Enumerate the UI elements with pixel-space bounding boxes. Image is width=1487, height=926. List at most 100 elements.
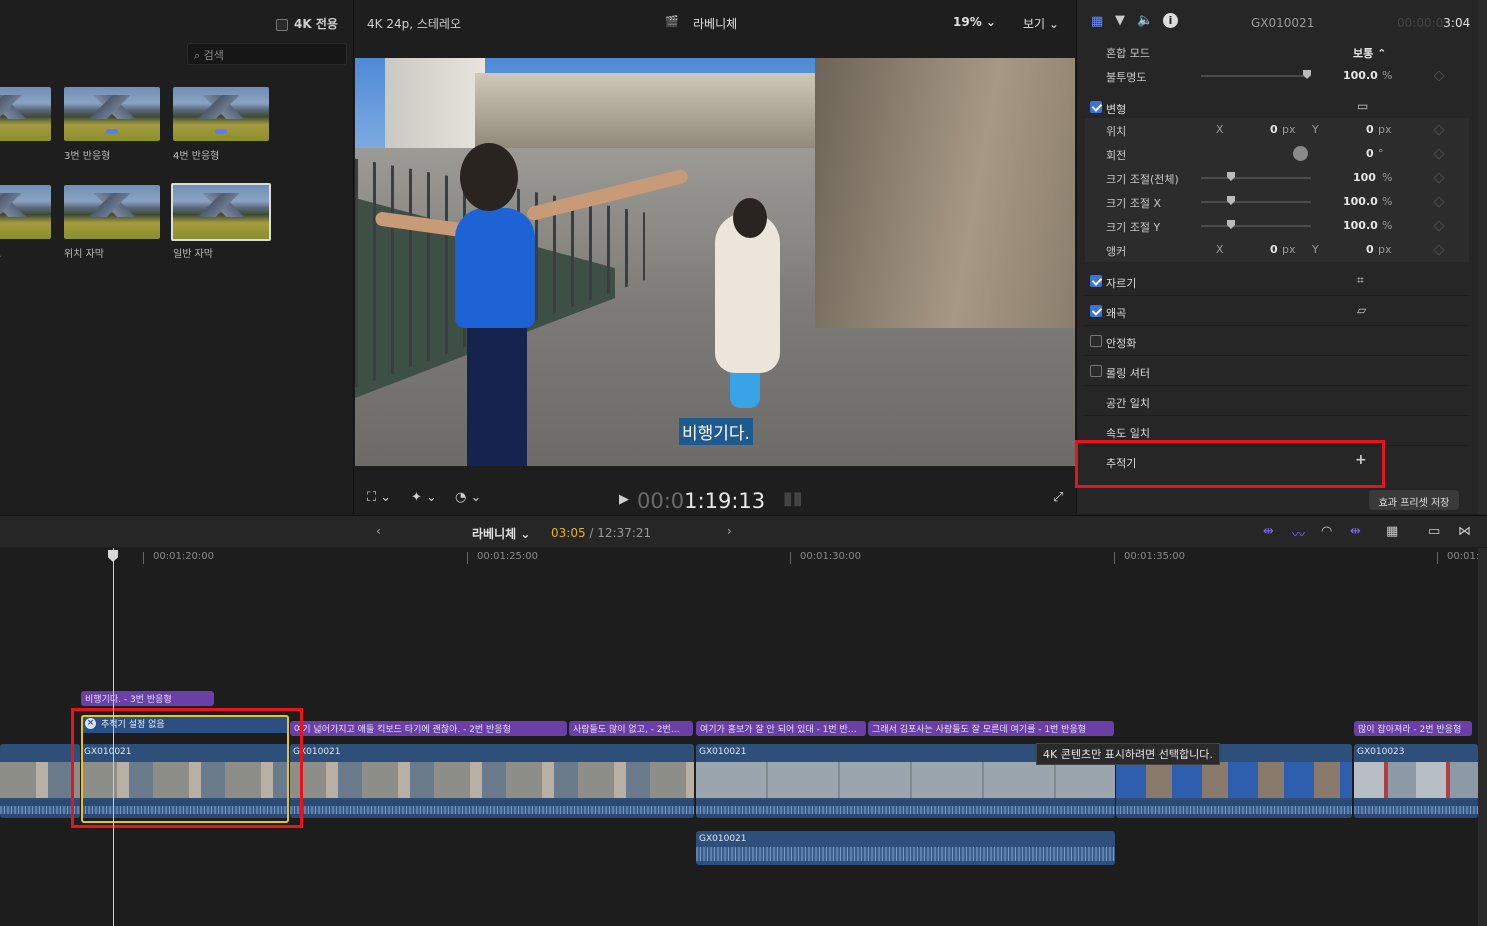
- enhance-wand-icon[interactable]: ✦ ⌄: [411, 490, 437, 505]
- thumbnail-5[interactable]: [64, 185, 160, 239]
- viewer-controls: ⛶ ⌄ ✦ ⌄ ◔ ⌄ ▶ 00:01:19:13 ▮▮ ⤢: [355, 484, 1075, 514]
- distort-checkbox[interactable]: [1090, 305, 1102, 317]
- transitions-icon[interactable]: ⋈: [1458, 524, 1471, 539]
- stabilize-section[interactable]: 안정화: [1085, 326, 1469, 356]
- subtitle-text[interactable]: 비행기다.: [679, 418, 753, 445]
- opacity-value[interactable]: 100.0: [1343, 69, 1378, 82]
- inspector-scrollbar[interactable]: [1478, 0, 1487, 514]
- scale-y-slider-knob[interactable]: [1227, 220, 1235, 229]
- color-inspector-icon[interactable]: ▼: [1115, 13, 1125, 28]
- audio-clip[interactable]: GX010021: [696, 831, 1115, 865]
- position-y-value[interactable]: 0: [1366, 123, 1374, 136]
- thumbnail-1[interactable]: [0, 87, 51, 141]
- opacity-slider[interactable]: [1201, 75, 1311, 77]
- opacity-slider-knob[interactable]: [1303, 70, 1311, 79]
- audio-waveform-icon[interactable]: 〰: [1292, 524, 1305, 543]
- rolling-shutter-checkbox[interactable]: [1090, 365, 1102, 377]
- title-clip[interactable]: 여기가 홍보가 잘 안 되어 있대 - 1번 반…: [696, 721, 866, 736]
- crop-checkbox[interactable]: [1090, 275, 1102, 287]
- position-x-value[interactable]: 0: [1270, 123, 1278, 136]
- timeline-project-menu[interactable]: 라베니체 ⌄: [472, 525, 530, 542]
- pct-unit: %: [1382, 171, 1393, 184]
- retime-speed-icon[interactable]: ◔ ⌄: [455, 490, 481, 505]
- forward-arrow-icon[interactable]: ›: [727, 524, 732, 538]
- video-frame[interactable]: 비행기다.: [355, 58, 1075, 466]
- blend-mode-select[interactable]: 보통 ⌃: [1353, 45, 1386, 61]
- keyframe-icon[interactable]: [1433, 148, 1445, 160]
- keyframe-icon[interactable]: [1433, 196, 1445, 208]
- snapping-icon[interactable]: ⇹: [1350, 524, 1361, 539]
- 4k-only-checkbox[interactable]: [276, 18, 288, 31]
- ruler-label: 00:01:: [1447, 551, 1480, 562]
- transform-tool-icon[interactable]: ⛶ ⌄: [367, 490, 391, 505]
- duration-value: 3:04: [1443, 16, 1471, 30]
- scale-x-value[interactable]: 100.0: [1343, 195, 1378, 208]
- stabilize-checkbox[interactable]: [1090, 335, 1102, 347]
- back-arrow-icon[interactable]: ‹: [376, 524, 381, 538]
- video-clip[interactable]: GX010023: [1354, 744, 1478, 818]
- info-inspector-icon[interactable]: i: [1163, 13, 1178, 28]
- rolling-shutter-section[interactable]: 롤링 셔터: [1085, 356, 1469, 386]
- save-effects-preset-button[interactable]: 효과 프리셋 저장: [1369, 490, 1459, 510]
- pct-unit: %: [1382, 195, 1393, 208]
- crop-section[interactable]: 자르기 ⌗: [1085, 266, 1469, 296]
- anchor-y-value[interactable]: 0: [1366, 243, 1374, 256]
- timeline[interactable]: 00:01:20:00 00:01:25:00 00:01:30:00 00:0…: [0, 548, 1480, 926]
- title-clip[interactable]: 여기 넓어가지고 애들 킥보드 타기에 괜찮아. - 2번 반응형: [290, 721, 567, 736]
- browser-toggle-icon[interactable]: ▭: [1428, 524, 1440, 539]
- transform-checkbox[interactable]: [1090, 101, 1102, 113]
- scale-x-slider-knob[interactable]: [1227, 196, 1235, 205]
- video-clip[interactable]: GX010021: [290, 744, 694, 818]
- zoom-menu[interactable]: 19% ⌄: [953, 15, 996, 29]
- scale-all-slider[interactable]: [1201, 177, 1311, 179]
- title-clip[interactable]: 그래서 김포사는 사람들도 잘 모른데 여기를 - 1번 반응형: [868, 721, 1114, 736]
- thumbnail-label: 4번 반응형: [173, 151, 220, 162]
- spatial-conform-section[interactable]: 공간 일치: [1085, 386, 1469, 416]
- filmstrip-icon[interactable]: ▦: [1386, 524, 1398, 539]
- crop-onscreen-icon[interactable]: ⌗: [1357, 273, 1364, 288]
- video-inspector-icon[interactable]: ▦: [1091, 14, 1103, 29]
- play-icon[interactable]: ▶: [619, 492, 629, 507]
- clip-appearance-icon[interactable]: ⇹: [1263, 524, 1274, 539]
- scale-x-slider[interactable]: [1201, 201, 1311, 203]
- distort-section[interactable]: 왜곡 ▱: [1085, 296, 1469, 326]
- scale-y-slider[interactable]: [1201, 225, 1311, 227]
- thumbnail-4[interactable]: [0, 185, 51, 239]
- tooltip: 4K 콘텐츠만 표시하려면 선택합니다.: [1036, 743, 1220, 765]
- timeline-scrollbar[interactable]: [1478, 548, 1487, 926]
- anchor-x-value[interactable]: 0: [1270, 243, 1278, 256]
- keyframe-icon[interactable]: [1433, 172, 1445, 184]
- title-clip[interactable]: 많이 잡아져라 - 2번 반응형: [1354, 721, 1472, 736]
- distort-onscreen-icon[interactable]: ▱: [1357, 303, 1366, 317]
- chevron-down-icon: ⌄: [985, 15, 996, 29]
- timeline-current-time: 03:05: [551, 526, 586, 540]
- view-menu[interactable]: 보기 ⌄: [1023, 15, 1059, 32]
- playhead[interactable]: [113, 548, 114, 926]
- rotation-value[interactable]: 0: [1366, 147, 1374, 160]
- fullscreen-icon[interactable]: ⤢: [1053, 490, 1063, 505]
- rolling-shutter-label: 롤링 셔터: [1106, 367, 1150, 380]
- keyframe-icon[interactable]: [1433, 70, 1445, 82]
- keyframe-icon[interactable]: [1433, 220, 1445, 232]
- transform-onscreen-icon[interactable]: ▭: [1357, 99, 1368, 113]
- inspector: ▦ ▼ 🔈 i GX010021 00:00:03:04 혼합 모드 보통 ⌃ …: [1076, 0, 1487, 514]
- scale-y-value[interactable]: 100.0: [1343, 219, 1378, 232]
- video-clip[interactable]: [0, 744, 80, 818]
- title-clip[interactable]: 비행기다. - 3번 반응형: [81, 691, 214, 706]
- scale-all-value[interactable]: 100: [1353, 171, 1376, 184]
- keyframe-icon[interactable]: [1433, 124, 1445, 136]
- scale-all-slider-knob[interactable]: [1227, 172, 1235, 181]
- rotation-dial-icon[interactable]: [1293, 146, 1308, 161]
- headphones-icon[interactable]: ◠: [1321, 524, 1332, 539]
- 4k-only-toggle[interactable]: 4K 전용: [276, 15, 338, 32]
- thumbnail-6-selected[interactable]: [171, 183, 271, 241]
- keyframe-icon[interactable]: [1433, 244, 1445, 256]
- thumbnail-3[interactable]: [173, 87, 269, 141]
- viewer-format: 4K 24p, 스테레오: [367, 17, 461, 31]
- browser-search-input[interactable]: ⌕ 검색: [187, 43, 347, 65]
- 4k-only-label: 4K 전용: [294, 17, 338, 31]
- title-clip[interactable]: 사람들도 많이 없고, - 2번…: [569, 721, 693, 736]
- thumbnail-2[interactable]: [64, 87, 160, 141]
- timeline-position: 03:05 / 12:37:21: [551, 526, 651, 540]
- audio-inspector-icon[interactable]: 🔈: [1137, 13, 1153, 28]
